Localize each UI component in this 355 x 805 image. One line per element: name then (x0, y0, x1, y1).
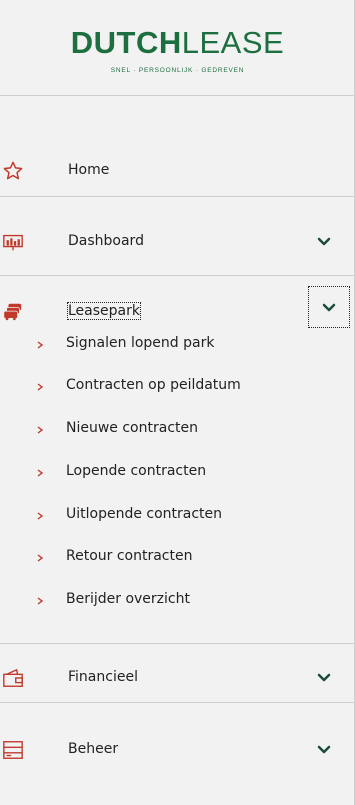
submenu-item-label: Contracten op peildatum (66, 377, 241, 393)
divider (0, 702, 355, 703)
submenu-item-retour-contracten[interactable]: Retour contracten (0, 548, 355, 572)
star-icon (2, 160, 24, 182)
chevron-down-icon[interactable] (315, 740, 333, 758)
submenu-item-label: Nieuwe contracten (66, 420, 198, 436)
chevron-right-icon (35, 551, 45, 565)
chevron-right-icon (35, 338, 45, 352)
chevron-right-icon (35, 594, 45, 608)
sidebar-item-dashboard[interactable]: Dashboard (0, 221, 355, 261)
brand-name-light: LEASE (181, 25, 285, 60)
list-icon (2, 739, 24, 761)
submenu-item-label: Signalen lopend park (66, 335, 215, 351)
chevron-right-icon (35, 466, 45, 480)
submenu-item-nieuwe-contracten[interactable]: Nieuwe contracten (0, 420, 355, 444)
sidebar-item-leasepark[interactable]: Leasepark (0, 286, 355, 331)
sidebar-item-label: Financieel (68, 669, 138, 685)
chevron-down-icon[interactable] (308, 286, 350, 328)
chevron-down-icon[interactable] (315, 232, 333, 250)
sidebar-item-beheer[interactable]: Beheer (0, 729, 355, 769)
chart-icon (2, 231, 24, 253)
submenu-item-label: Lopende contracten (66, 463, 207, 479)
submenu-item-signalen-lopend-park[interactable]: Signalen lopend park (0, 335, 355, 359)
submenu-item-label: Retour contracten (66, 548, 193, 564)
wallet-icon (2, 667, 24, 689)
submenu-item-berijder-overzicht[interactable]: Berijder overzicht (0, 591, 355, 615)
chevron-right-icon (35, 380, 45, 394)
sidebar-item-label: Home (68, 162, 110, 178)
sidebar-item-label: Dashboard (68, 233, 144, 249)
brand-logo[interactable]: DUTCHLEASE SNEL · PERSOONLIJK · GEDREVEN (0, 0, 355, 95)
brand-wordmark: DUTCHLEASE (0, 26, 355, 60)
divider (0, 196, 355, 197)
divider (0, 95, 355, 96)
chevron-right-icon (35, 423, 45, 437)
submenu-item-uitlopende-contracten[interactable]: Uitlopende contracten (0, 506, 355, 530)
car-stack-icon (2, 301, 24, 323)
sidebar-item-label: Leasepark (67, 302, 141, 320)
chevron-down-icon[interactable] (315, 668, 333, 686)
brand-tagline: SNEL · PERSOONLIJK · GEDREVEN (110, 67, 245, 74)
submenu-item-label: Uitlopende contracten (66, 506, 223, 522)
sidebar: DUTCHLEASE SNEL · PERSOONLIJK · GEDREVEN… (0, 0, 355, 805)
submenu-item-lopende-contracten[interactable]: Lopende contracten (0, 463, 355, 487)
divider (0, 643, 355, 644)
chevron-right-icon (35, 509, 45, 523)
sidebar-item-label: Beheer (68, 741, 119, 757)
divider (0, 275, 355, 276)
submenu-item-contracten-op-peildatum[interactable]: Contracten op peildatum (0, 377, 355, 401)
sidebar-item-financieel[interactable]: Financieel (0, 657, 355, 697)
brand-name-bold: DUTCH (70, 25, 182, 60)
sidebar-item-home[interactable]: Home (0, 150, 355, 190)
submenu-item-label: Berijder overzicht (66, 591, 190, 607)
